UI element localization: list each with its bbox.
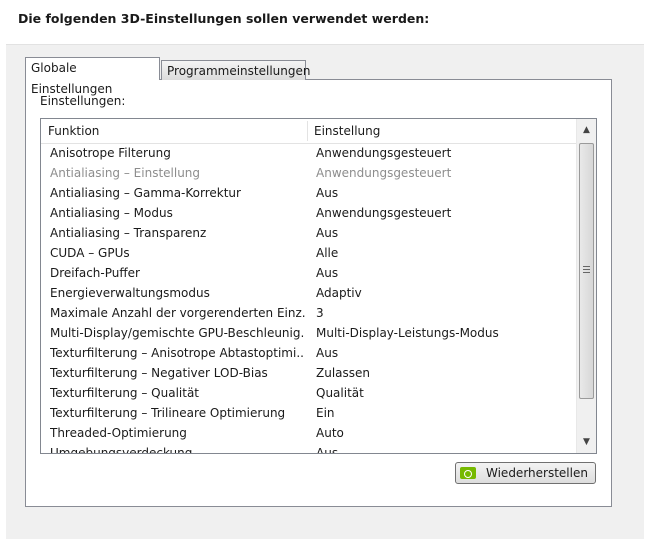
row-setting[interactable]: Alle [316,243,338,263]
row-setting[interactable]: Anwendungsgesteuert [316,163,451,183]
table-rows: Anisotrope Filterung Anwendungsgesteuert A… [41,143,576,454]
row-function: Texturfilterung – Anisotrope Abtastoptim… [50,346,305,360]
column-header: Funktion Einstellung [41,119,576,144]
row-setting[interactable]: Qualität [316,383,364,403]
row-function: Threaded-Optimierung [50,426,187,440]
table-row[interactable]: Texturfilterung – Qualität Qualität [41,383,576,403]
tab-program-settings[interactable]: Programmeinstellungen [161,60,310,80]
table-row[interactable]: Texturfilterung – Anisotrope Abtastoptim… [41,343,576,363]
row-setting[interactable]: Multi-Display-Leistungs-Modus [316,323,499,343]
row-setting[interactable]: Aus [316,183,338,203]
table-row[interactable]: Energieverwaltungsmodus Adaptiv [41,283,576,303]
column-separator[interactable] [307,121,308,141]
scroll-up-icon[interactable]: ▲ [577,121,596,139]
row-setting[interactable]: Aus [316,443,338,453]
row-function: Energieverwaltungsmodus [50,286,210,300]
row-function: Dreifach-Puffer [50,266,140,280]
column-header-function[interactable]: Funktion [48,119,99,143]
row-function: Antialiasing – Gamma-Korrektur [50,186,241,200]
table-row[interactable]: Multi-Display/gemischte GPU-Beschleunig.… [41,323,576,343]
row-setting[interactable]: Auto [316,423,344,443]
row-setting[interactable]: Aus [316,223,338,243]
settings-list[interactable]: Funktion Einstellung Anisotrope Filterun… [40,118,597,454]
table-row[interactable]: Antialiasing – Einstellung Anwendungsgest… [41,163,576,183]
table-row[interactable]: Texturfilterung – Trilineare Optimierung… [41,403,576,423]
table-row[interactable]: Anisotrope Filterung Anwendungsgesteuert [41,143,576,163]
table-row[interactable]: Antialiasing – Modus Anwendungsgesteuert [41,203,576,223]
row-function: Texturfilterung – Negativer LOD-Bias [50,366,268,380]
page-title: Die folgenden 3D-Einstellungen sollen ve… [18,11,430,26]
row-setting[interactable]: Ein [316,403,335,423]
row-function: Texturfilterung – Qualität [50,386,200,400]
row-function: Texturfilterung – Trilineare Optimierung [50,406,286,420]
row-setting[interactable]: Zulassen [316,363,370,383]
scroll-down-icon[interactable]: ▼ [577,433,596,451]
vertical-scrollbar[interactable]: ▲ ▼ [576,119,596,453]
row-function: Antialiasing – Modus [50,206,173,220]
row-function: Umgebungsverdeckung [50,446,193,454]
table-row[interactable]: Antialiasing – Transparenz Aus [41,223,576,243]
row-setting[interactable]: Anwendungsgesteuert [316,143,451,163]
table-row[interactable]: Maximale Anzahl der vorgerenderten Einz.… [41,303,576,323]
settings-label: Einstellungen: [40,94,126,108]
column-header-setting[interactable]: Einstellung [314,119,380,143]
grip-line [583,269,590,270]
row-function: Multi-Display/gemischte GPU-Beschleunig.… [50,326,305,340]
row-setting[interactable]: Aus [316,263,338,283]
row-function: Antialiasing – Transparenz [50,226,207,240]
table-row[interactable]: Texturfilterung – Negativer LOD-Bias Zula… [41,363,576,383]
restore-button[interactable]: Wiederherstellen [455,462,596,484]
tab-global-settings[interactable]: Globale Einstellungen [25,57,160,96]
row-function: Maximale Anzahl der vorgerenderten Einz.… [50,306,305,320]
table-row[interactable]: Threaded-Optimierung Auto [41,423,576,443]
grip-line [583,266,590,267]
row-setting[interactable]: Aus [316,343,338,363]
row-setting[interactable]: 3 [316,303,324,323]
row-function: Antialiasing – Einstellung [50,166,201,180]
restore-button-label: Wiederherstellen [486,466,588,480]
table-row[interactable]: Antialiasing – Gamma-Korrektur Aus [41,183,576,203]
row-setting[interactable]: Anwendungsgesteuert [316,203,451,223]
row-function: Anisotrope Filterung [50,146,171,160]
table-row[interactable]: CUDA – GPUs Alle [41,243,576,263]
scrollbar-thumb[interactable] [579,143,594,399]
table-row[interactable]: Dreifach-Puffer Aus [41,263,576,283]
nvidia-logo-icon [460,467,476,479]
row-function: CUDA – GPUs [50,246,130,260]
table-row[interactable]: Umgebungsverdeckung Aus [41,443,576,454]
row-setting[interactable]: Adaptiv [316,283,362,303]
grip-line [583,272,590,273]
